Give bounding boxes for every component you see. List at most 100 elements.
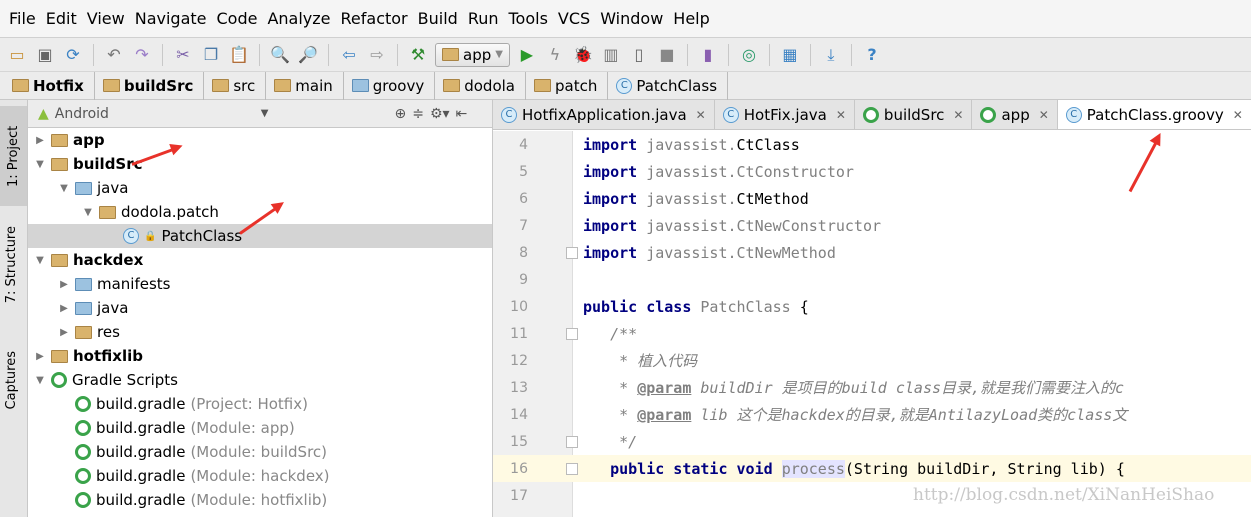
menu-navigate[interactable]: Navigate xyxy=(130,9,212,28)
debug-icon[interactable]: 🐞 xyxy=(572,44,594,66)
fold-marker-icon[interactable] xyxy=(566,246,578,259)
editor-tab[interactable]: buildSrc ✕ xyxy=(855,100,973,129)
tree-item[interactable]: build.gradle (Module: app) xyxy=(28,416,492,440)
run-icon[interactable]: ▶ xyxy=(516,44,538,66)
project-panel: ▲ Android ▼ ⊕ ≑ ⚙▾ ⇤ ▶ app ▼ buildSrc ▼ java ▼… xyxy=(28,100,493,517)
sync-icon[interactable]: ⟳ xyxy=(62,44,84,66)
close-icon[interactable]: ✕ xyxy=(1233,108,1243,122)
tree-item[interactable]: build.gradle (Project: Hotfix) xyxy=(28,392,492,416)
breadcrumb-item[interactable]: patch xyxy=(532,71,609,100)
breadcrumb-item[interactable]: C PatchClass xyxy=(614,71,729,100)
undo-icon[interactable]: ↶ xyxy=(103,44,125,66)
breadcrumb-item[interactable]: Hotfix xyxy=(10,71,95,100)
instant-run-icon[interactable]: ϟ xyxy=(544,44,566,66)
expand-arrow-icon[interactable]: ▼ xyxy=(34,375,46,386)
close-icon[interactable]: ✕ xyxy=(696,108,706,122)
breadcrumb-item[interactable]: groovy xyxy=(350,71,436,100)
close-icon[interactable]: ✕ xyxy=(1039,108,1049,122)
save-icon[interactable]: ▣ xyxy=(34,44,56,66)
breadcrumb-item[interactable]: main xyxy=(272,71,344,100)
sdk-manager-icon[interactable]: ⤓ xyxy=(820,44,842,66)
menu-analyze[interactable]: Analyze xyxy=(262,9,335,28)
expand-arrow-icon[interactable]: ▶ xyxy=(34,351,46,362)
back-icon[interactable]: ⇦ xyxy=(338,44,360,66)
gradle-sync-icon[interactable]: ◎ xyxy=(738,44,760,66)
expand-arrow-icon[interactable]: ▼ xyxy=(34,159,46,170)
locate-icon[interactable]: ⊕ xyxy=(394,106,406,122)
build-hammer-icon[interactable]: ⚒ xyxy=(407,44,429,66)
fold-marker-icon[interactable] xyxy=(566,462,578,475)
redo-icon[interactable]: ↷ xyxy=(131,44,153,66)
code-area[interactable]: 4 import javassist.CtClass 5 import javassi… xyxy=(493,131,1251,509)
tree-item-detail: (Module: hackdex) xyxy=(190,467,330,485)
expand-arrow-icon[interactable]: ▼ xyxy=(34,255,46,266)
folder-icon xyxy=(12,79,29,92)
replace-icon[interactable]: 🔎 xyxy=(297,44,319,66)
cut-icon[interactable]: ✂ xyxy=(172,44,194,66)
menu-edit[interactable]: Edit xyxy=(41,9,82,28)
project-structure-icon[interactable]: ▦ xyxy=(779,44,801,66)
chevron-down-icon[interactable]: ▼ xyxy=(261,108,269,119)
menu-view[interactable]: View xyxy=(82,9,130,28)
expand-arrow-icon[interactable]: ▶ xyxy=(34,135,46,146)
tree-item[interactable]: ▶ res xyxy=(28,320,492,344)
tree-item[interactable]: build.gradle (Module: hackdex) xyxy=(28,464,492,488)
help-icon[interactable]: ? xyxy=(861,44,883,66)
avd-manager-icon[interactable]: ▮ xyxy=(697,44,719,66)
profile-icon[interactable]: ▥ xyxy=(600,44,622,66)
menu-tools[interactable]: Tools xyxy=(504,9,553,28)
stop-icon[interactable]: ■ xyxy=(656,44,678,66)
tree-item[interactable]: ▶ manifests xyxy=(28,272,492,296)
expand-arrow-icon[interactable]: ▼ xyxy=(58,183,70,194)
editor-tab[interactable]: app ✕ xyxy=(972,100,1058,129)
tab-label: HotfixApplication.java xyxy=(522,105,687,124)
menu-build[interactable]: Build xyxy=(413,9,463,28)
expand-arrow-icon[interactable]: ▼ xyxy=(82,207,94,218)
paste-icon[interactable]: 📋 xyxy=(228,44,250,66)
breadcrumb-item[interactable]: src xyxy=(210,71,267,100)
tab-captures[interactable]: Captures xyxy=(4,345,19,415)
expand-arrow-icon[interactable]: ▶ xyxy=(58,327,70,338)
forward-icon[interactable]: ⇨ xyxy=(366,44,388,66)
copy-icon[interactable]: ❐ xyxy=(200,44,222,66)
menu-window[interactable]: Window xyxy=(595,9,668,28)
editor-tab[interactable]: C HotfixApplication.java ✕ xyxy=(493,100,715,129)
find-icon[interactable]: 🔍 xyxy=(269,44,291,66)
menu-vcs[interactable]: VCS xyxy=(553,9,595,28)
editor-tab[interactable]: C PatchClass.groovy ✕ xyxy=(1057,100,1251,129)
collapse-icon[interactable]: ≑ xyxy=(412,106,424,122)
tree-item[interactable]: ▼ Gradle Scripts xyxy=(28,368,492,392)
hide-icon[interactable]: ⇤ xyxy=(456,106,468,122)
open-folder-icon[interactable]: ▭ xyxy=(6,44,28,66)
breadcrumb-item[interactable]: dodola xyxy=(441,71,526,100)
gear-icon[interactable]: ⚙▾ xyxy=(430,106,450,122)
view-selector[interactable]: Android xyxy=(55,106,255,122)
menu-run[interactable]: Run xyxy=(463,9,504,28)
tree-item[interactable]: C 🔒 PatchClass xyxy=(28,224,492,248)
menu-code[interactable]: Code xyxy=(212,9,263,28)
menu-help[interactable]: Help xyxy=(668,9,714,28)
expand-arrow-icon[interactable]: ▶ xyxy=(58,303,70,314)
menu-refactor[interactable]: Refactor xyxy=(336,9,413,28)
close-icon[interactable]: ✕ xyxy=(836,108,846,122)
fold-marker-icon[interactable] xyxy=(566,435,578,448)
tree-item[interactable]: ▼ hackdex xyxy=(28,248,492,272)
tab-project[interactable]: 1: Project xyxy=(0,106,27,206)
tree-item[interactable]: ▶ java xyxy=(28,296,492,320)
tab-structure[interactable]: 7: Structure xyxy=(4,220,19,309)
run-config-select[interactable]: app ▼ xyxy=(435,42,510,67)
breadcrumb-item[interactable]: buildSrc xyxy=(101,71,205,100)
close-icon[interactable]: ✕ xyxy=(953,108,963,122)
tree-item-label: app xyxy=(73,131,105,149)
menu-file[interactable]: File xyxy=(4,9,41,28)
tree-item[interactable]: ▼ buildSrc xyxy=(28,152,492,176)
expand-arrow-icon[interactable]: ▶ xyxy=(58,279,70,290)
attach-debugger-icon[interactable]: ▯ xyxy=(628,44,650,66)
editor-tab[interactable]: C HotFix.java ✕ xyxy=(715,100,855,129)
tree-item[interactable]: ▶ app xyxy=(28,128,492,152)
fold-marker-icon[interactable] xyxy=(566,327,578,340)
tree-item[interactable]: ▼ java xyxy=(28,176,492,200)
tree-item[interactable]: build.gradle (Module: buildSrc) xyxy=(28,440,492,464)
tree-item[interactable]: ▶ hotfixlib xyxy=(28,344,492,368)
tree-item[interactable]: build.gradle (Module: hotfixlib) xyxy=(28,488,492,512)
